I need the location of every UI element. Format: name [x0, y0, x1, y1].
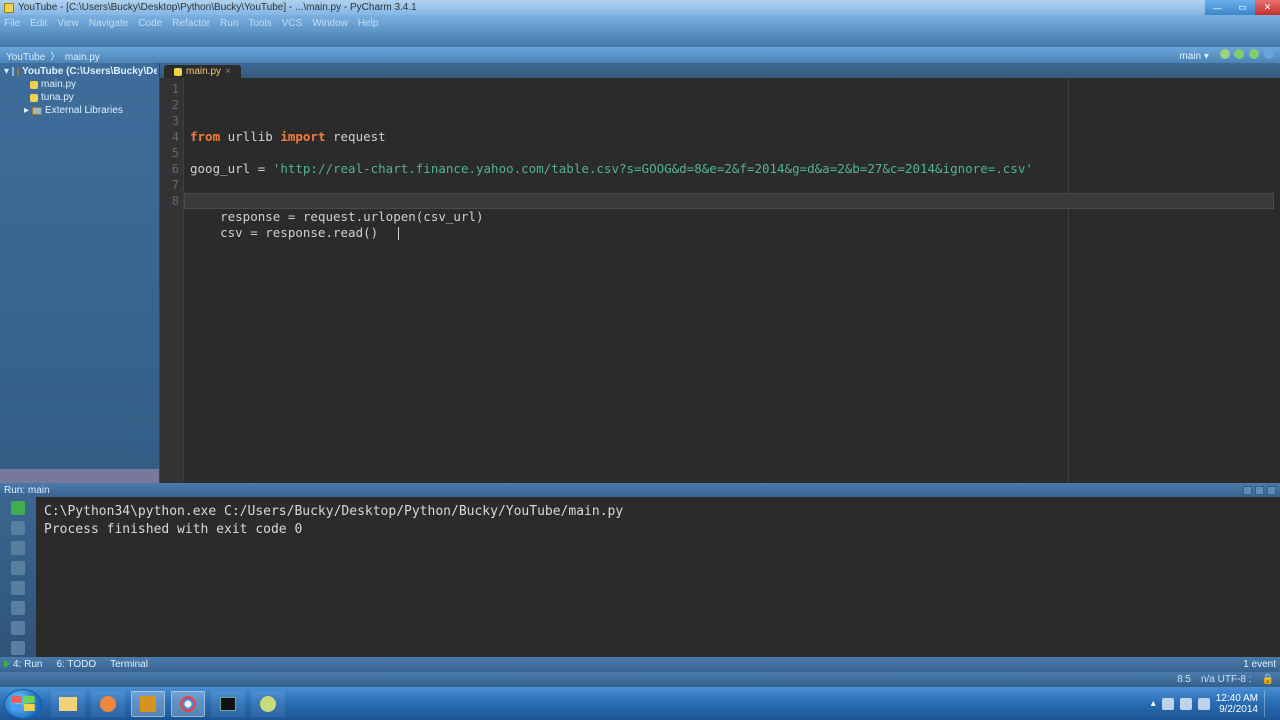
stop-icon[interactable] — [11, 521, 25, 535]
editor-tab-row: main.py × — [160, 63, 1280, 78]
stop-icon[interactable] — [1264, 49, 1274, 59]
tool-tab-todo[interactable]: 6: TODO — [56, 659, 96, 670]
menu-file[interactable]: File — [4, 18, 20, 29]
run-console[interactable]: C:\Python34\python.exe C:/Users/Bucky/De… — [36, 497, 1280, 657]
clear-icon[interactable] — [11, 641, 25, 655]
window-title-bar: YouTube - [C:\Users\Bucky\Desktop\Python… — [0, 0, 1280, 15]
menu-edit[interactable]: Edit — [30, 18, 47, 29]
code-editor[interactable]: 12345678 from urllib import request goog… — [160, 78, 1280, 483]
debug-icon[interactable] — [1234, 49, 1244, 59]
tray-volume-icon[interactable] — [1198, 698, 1210, 710]
menu-help[interactable]: Help — [358, 18, 379, 29]
tree-project-root[interactable]: ▾ YouTube (C:\Users\Bucky\Deskto — [2, 65, 157, 78]
panel-minimize-icon[interactable] — [1255, 486, 1264, 495]
tool-tab-run[interactable]: 4: Run — [4, 659, 42, 670]
pycharm-icon — [140, 696, 156, 712]
python-file-icon — [174, 68, 182, 76]
menu-vcs[interactable]: VCS — [282, 18, 303, 29]
menu-tools[interactable]: Tools — [248, 18, 271, 29]
run-gutter — [0, 497, 36, 657]
lock-icon[interactable]: 🔒 — [1262, 674, 1274, 685]
menu-run[interactable]: Run — [220, 18, 238, 29]
up-icon[interactable] — [11, 561, 25, 575]
menu-bar: File Edit View Navigate Code Refactor Ru… — [0, 15, 1280, 31]
tree-external-libraries[interactable]: ▸ External Libraries — [2, 104, 157, 117]
app-icon — [4, 3, 14, 13]
window-title: YouTube - [C:\Users\Bucky\Desktop\Python… — [18, 2, 417, 13]
code-area[interactable]: from urllib import request goog_url = 'h… — [184, 78, 1280, 483]
caret-position: 8:5 — [1177, 674, 1191, 685]
taskbar-chrome[interactable] — [171, 691, 205, 717]
close-tab-icon[interactable]: × — [225, 66, 231, 77]
tree-file-main[interactable]: main.py — [2, 78, 157, 91]
text-caret — [398, 227, 399, 240]
library-icon — [32, 107, 42, 115]
menu-view[interactable]: View — [57, 18, 79, 29]
start-button[interactable] — [4, 689, 42, 719]
run-coverage-icon[interactable] — [1249, 49, 1259, 59]
taskbar-app[interactable] — [251, 691, 285, 717]
collapse-icon[interactable]: ▾ — [4, 66, 9, 77]
minimize-button[interactable]: — — [1205, 0, 1230, 15]
tray-flag-icon[interactable] — [1162, 698, 1174, 710]
run-panel-header[interactable]: Run: main — [0, 483, 1280, 497]
panel-settings-icon[interactable] — [1243, 486, 1252, 495]
bottom-tool-tabs: 4: Run 6: TODO Terminal 1 event — [0, 657, 1280, 672]
python-file-icon — [30, 81, 38, 89]
status-bar: 8:5 n/a UTF-8 : 🔒 — [0, 672, 1280, 687]
show-desktop-button[interactable] — [1264, 691, 1272, 717]
sidebar-footer — [0, 469, 159, 483]
taskbar-wmp[interactable] — [91, 691, 125, 717]
right-margin-ruler — [1068, 78, 1069, 483]
windows-taskbar: ▴ 12:40 AM 9/2/2014 — [0, 687, 1280, 720]
breadcrumb: YouTube 〉 main.py — [6, 48, 102, 63]
system-tray: ▴ 12:40 AM 9/2/2014 — [1151, 691, 1276, 717]
print-icon[interactable] — [11, 621, 25, 635]
run-icon[interactable] — [1220, 49, 1230, 59]
checkbox-icon[interactable] — [12, 67, 14, 76]
close-console-icon[interactable] — [11, 541, 25, 555]
taskbar-explorer[interactable] — [51, 691, 85, 717]
project-sidebar: ▾ YouTube (C:\Users\Bucky\Deskto main.py… — [0, 63, 160, 483]
chrome-icon — [180, 696, 196, 712]
python-file-icon — [30, 94, 38, 102]
soft-wrap-icon[interactable] — [11, 601, 25, 615]
toolbar — [0, 31, 1280, 47]
menu-code[interactable]: Code — [138, 18, 162, 29]
taskbar-terminal[interactable] — [211, 691, 245, 717]
gutter: 12345678 — [160, 78, 184, 483]
panel-close-icon[interactable] — [1267, 486, 1276, 495]
expand-icon[interactable]: ▸ — [24, 105, 29, 116]
menu-refactor[interactable]: Refactor — [172, 18, 210, 29]
nav-run-buttons: main ▾ — [1177, 49, 1274, 62]
folder-icon — [59, 697, 77, 711]
tray-chevron-icon[interactable]: ▴ — [1151, 698, 1156, 709]
media-player-icon — [100, 696, 116, 712]
rerun-icon[interactable] — [11, 501, 25, 515]
event-log[interactable]: 1 event — [1243, 659, 1276, 670]
maximize-button[interactable]: ▭ — [1230, 0, 1255, 15]
tool-tab-terminal[interactable]: Terminal — [110, 659, 148, 670]
terminal-icon — [220, 697, 236, 711]
play-icon — [4, 660, 10, 668]
down-icon[interactable] — [11, 581, 25, 595]
app-icon — [260, 696, 276, 712]
encoding[interactable]: n/a UTF-8 : — [1201, 674, 1252, 685]
current-line-highlight — [184, 193, 1274, 209]
menu-window[interactable]: Window — [312, 18, 348, 29]
window-controls: — ▭ ✕ — [1205, 0, 1280, 15]
taskbar-pycharm[interactable] — [131, 691, 165, 717]
tab-main[interactable]: main.py × — [164, 65, 241, 78]
breadcrumb-root[interactable]: YouTube — [6, 52, 45, 63]
breadcrumb-file[interactable]: main.py — [65, 52, 100, 63]
run-console-wrap: C:\Python34\python.exe C:/Users/Bucky/De… — [0, 497, 1280, 657]
close-button[interactable]: ✕ — [1255, 0, 1280, 15]
folder-icon — [17, 68, 19, 76]
tray-network-icon[interactable] — [1180, 698, 1192, 710]
breadcrumb-bar: YouTube 〉 main.py main ▾ — [0, 47, 1280, 63]
menu-navigate[interactable]: Navigate — [89, 18, 128, 29]
tree-file-tuna[interactable]: tuna.py — [2, 91, 157, 104]
tray-clock[interactable]: 12:40 AM 9/2/2014 — [1216, 693, 1258, 715]
